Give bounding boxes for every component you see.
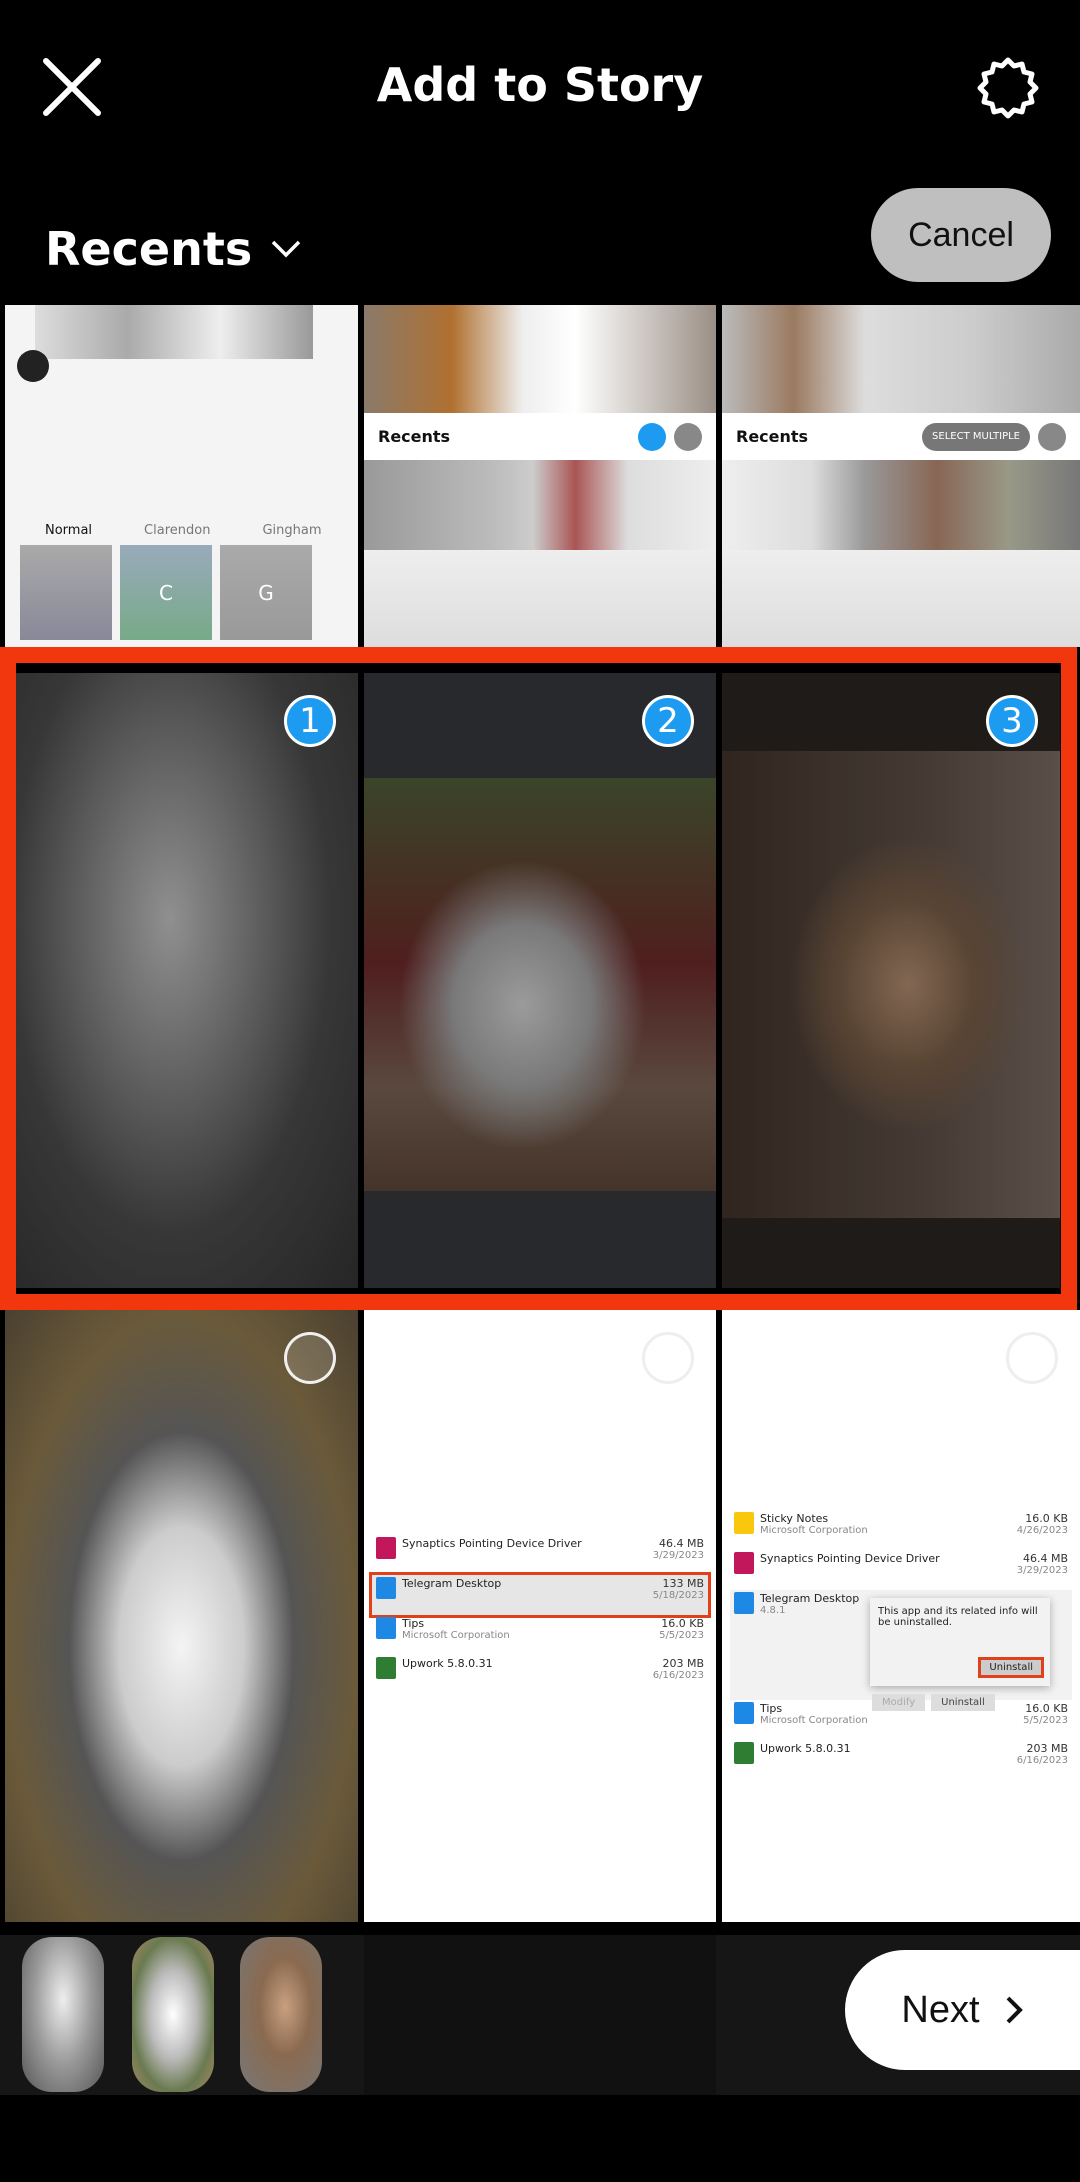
app-list-row: Upwork 5.8.0.31 203 MB 6/16/2023: [372, 1655, 708, 1695]
app-list-row: Tips Microsoft Corporation 16.0 KB 5/5/202…: [372, 1615, 708, 1655]
app-name: Upwork 5.8.0.31: [760, 1742, 851, 1755]
app-icon: [734, 1552, 754, 1574]
select-circle[interactable]: [1006, 1332, 1058, 1384]
app-icon: [376, 1537, 396, 1559]
expand-icon: [17, 350, 49, 382]
app-name: Sticky Notes: [760, 1512, 829, 1525]
app-size: 16.0 KB: [661, 1617, 704, 1630]
app-list-row: Synaptics Pointing Device Driver 46.4 MB…: [730, 1550, 1072, 1590]
app-date: 3/29/2023: [652, 1550, 704, 1561]
app-date: 4/26/2023: [1016, 1525, 1068, 1536]
app-icon: [376, 1577, 396, 1599]
dialog-text: This app and its related info will be un…: [878, 1606, 1038, 1628]
app-icon: [734, 1512, 754, 1534]
album-selector[interactable]: Recents: [45, 222, 302, 276]
app-name: Upwork 5.8.0.31: [402, 1657, 493, 1670]
app-name: Tips: [402, 1617, 425, 1630]
app-list-row: Synaptics Pointing Device Driver 46.4 MB…: [372, 1535, 708, 1575]
app-name: Telegram Desktop: [402, 1577, 502, 1590]
selected-thumb[interactable]: [132, 1937, 214, 2092]
gallery-item[interactable]: [5, 1310, 358, 1922]
app-size: 46.4 MB: [658, 1537, 704, 1550]
app-date: 5/5/2023: [1023, 1715, 1068, 1726]
app-size: 203 MB: [662, 1657, 704, 1670]
next-button[interactable]: Next: [845, 1950, 1080, 2070]
app-date: 6/16/2023: [652, 1670, 704, 1681]
app-size: 16.0 KB: [1025, 1702, 1068, 1715]
selection-badge: 2: [642, 695, 694, 747]
app-name: Synaptics Pointing Device Driver: [402, 1537, 582, 1550]
gallery-item-selected[interactable]: 3: [722, 673, 1060, 1288]
gallery-item[interactable]: Normal Clarendon Gingham C G: [5, 305, 358, 647]
app-size: 133 MB: [662, 1577, 704, 1590]
select-multiple-button: SELECT MULTIPLE: [922, 423, 1030, 451]
app-icon: [376, 1617, 396, 1639]
app-name: Synaptics Pointing Device Driver: [760, 1552, 940, 1565]
uninstall-dialog: This app and its related info will be un…: [870, 1598, 1050, 1686]
selected-thumb[interactable]: [22, 1937, 104, 2092]
app-icon: [376, 1657, 396, 1679]
chevron-down-icon: [271, 240, 301, 258]
gallery-item[interactable]: Recents: [364, 305, 716, 647]
mini-recents-label: Recents: [378, 427, 451, 446]
filter-thumb: G: [220, 545, 312, 640]
uninstall-button: Uninstall: [978, 1657, 1044, 1678]
app-icon: [734, 1702, 754, 1724]
chevron-right-icon: [1006, 1996, 1023, 2024]
filter-label: Clarendon: [144, 523, 211, 538]
filter-label: Gingham: [262, 523, 322, 538]
cancel-button[interactable]: Cancel: [871, 188, 1051, 282]
app-publisher: Microsoft Corporation: [760, 1715, 868, 1726]
select-circle[interactable]: [284, 1332, 336, 1384]
filter-thumb: C: [120, 545, 212, 640]
mini-recents-label: Recents: [736, 427, 809, 446]
app-date: 3/29/2023: [1016, 1565, 1068, 1576]
album-label: Recents: [45, 222, 253, 276]
app-list-row: Telegram Desktop 133 MB 5/18/2023: [369, 1572, 711, 1618]
app-publisher: Microsoft Corporation: [760, 1525, 868, 1536]
page-title: Add to Story: [376, 58, 704, 112]
gallery-item-selected[interactable]: 1: [16, 673, 358, 1288]
next-label: Next: [901, 1988, 980, 2031]
app-icon: [734, 1592, 754, 1614]
app-size: 46.4 MB: [1022, 1552, 1068, 1565]
app-date: 5/5/2023: [659, 1630, 704, 1641]
gallery-item[interactable]: Recents SELECT MULTIPLE: [722, 305, 1080, 647]
app-list-row: Upwork 5.8.0.31 203 MB 6/16/2023: [730, 1740, 1072, 1780]
gear-icon[interactable]: [976, 56, 1040, 120]
select-circle[interactable]: [642, 1332, 694, 1384]
app-publisher: Microsoft Corporation: [402, 1630, 510, 1641]
modify-button: Modify: [872, 1694, 926, 1711]
filter-label: Normal: [45, 523, 93, 538]
gallery-item-selected[interactable]: 2: [364, 673, 716, 1288]
app-size: 203 MB: [1026, 1742, 1068, 1755]
app-size: 16.0 KB: [1025, 1512, 1068, 1525]
app-icon: [734, 1742, 754, 1764]
app-date: 6/16/2023: [1016, 1755, 1068, 1766]
selection-badge: 3: [986, 695, 1038, 747]
selected-thumb[interactable]: [240, 1937, 322, 2092]
app-list-row: Sticky Notes Microsoft Corporation 16.0 K…: [730, 1510, 1072, 1550]
uninstall-button-2: Uninstall: [931, 1694, 995, 1711]
app-date: 5/18/2023: [652, 1590, 704, 1601]
selection-badge: 1: [284, 695, 336, 747]
gallery-item[interactable]: Synaptics Pointing Device Driver 46.4 MB…: [364, 1310, 716, 1922]
gallery-item[interactable]: Sticky Notes Microsoft Corporation 16.0 K…: [722, 1310, 1080, 1922]
